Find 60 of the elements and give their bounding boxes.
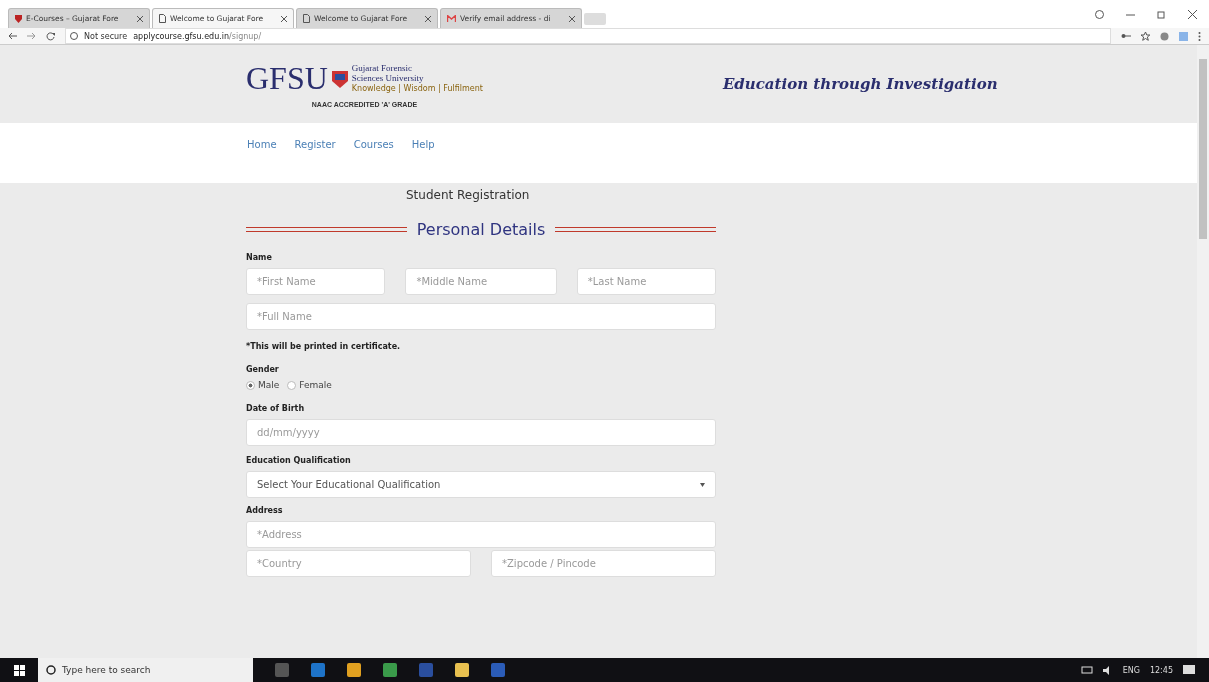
star-icon[interactable] (1141, 31, 1150, 41)
forward-icon[interactable] (27, 32, 36, 40)
crest-icon (331, 68, 348, 89)
page-icon (159, 14, 166, 23)
tagline: Education through Investigation (722, 75, 998, 93)
radio-button[interactable] (287, 380, 297, 390)
close-icon[interactable] (137, 15, 143, 22)
key-icon[interactable] (1121, 32, 1131, 40)
caret-icon (700, 482, 705, 487)
input-field[interactable]: *Full Name (246, 303, 716, 330)
input-field[interactable]: *Zipcode / Pincode (491, 550, 716, 577)
note-text: *This will be printed in certificate. (246, 342, 402, 351)
scrollbar-thumb[interactable] (1199, 59, 1207, 239)
date-field[interactable]: dd/mm/yyyy (246, 419, 716, 446)
input-field[interactable]: *Country (246, 550, 471, 577)
notification-icon[interactable] (1183, 664, 1195, 676)
field-label: Address (246, 506, 284, 515)
input-field[interactable]: *First Name (246, 268, 386, 295)
windows-icon (13, 664, 25, 676)
close-icon[interactable] (425, 15, 431, 22)
address-bar[interactable]: Not secure applycourse.gfsu.edu.in/signup/ (65, 28, 1111, 44)
mail-icon (447, 15, 456, 22)
select-field[interactable]: Select Your Educational Qualification (246, 471, 716, 498)
taskbar-search[interactable]: Type here to search (38, 658, 253, 682)
language-indicator[interactable]: ENG (1122, 665, 1140, 675)
radio-button[interactable] (246, 380, 255, 390)
input-field[interactable]: *Last Name (576, 268, 716, 295)
field-label: Date of Birth (246, 404, 306, 413)
page-title: Student Registration (406, 188, 531, 202)
close-icon[interactable] (1188, 9, 1197, 19)
logo-text: GFSU (246, 60, 328, 97)
field-label: Education Qualification (246, 456, 352, 465)
menu-icon[interactable] (1198, 31, 1201, 41)
restore-icon[interactable] (1157, 9, 1166, 19)
radio-label: Male (258, 380, 280, 390)
clock-text[interactable]: 12:45 (1149, 665, 1173, 675)
info-icon (70, 32, 78, 40)
search-icon (46, 665, 56, 675)
field-label: Gender (246, 365, 280, 374)
nav-link[interactable]: Help (411, 139, 435, 183)
input-field[interactable]: *Middle Name (405, 268, 557, 295)
input-field[interactable]: *Address (246, 521, 716, 548)
url-text: applycourse.gfsu.edu.in/signup/ (133, 31, 262, 41)
nav-link[interactable]: Courses (353, 139, 394, 183)
back-icon[interactable] (8, 32, 17, 40)
account-icon[interactable] (1095, 9, 1104, 19)
university-name: Gujarat Forensic (351, 64, 414, 74)
motto-text: Knowledge | Wisdom | Fulfilment (351, 83, 483, 93)
shield-icon (15, 14, 22, 23)
nav-link[interactable]: Register (294, 139, 336, 183)
page-icon (303, 14, 310, 23)
radio-label: Female (299, 380, 332, 390)
close-icon[interactable] (569, 15, 575, 22)
nav-link[interactable]: Home (247, 139, 277, 183)
university-name: Sciences University (351, 74, 425, 84)
field-label: Name (246, 253, 273, 262)
close-icon[interactable] (281, 15, 287, 22)
section-title: Personal Details (416, 220, 546, 239)
reload-icon[interactable] (46, 31, 55, 41)
security-label: Not secure (84, 31, 128, 41)
